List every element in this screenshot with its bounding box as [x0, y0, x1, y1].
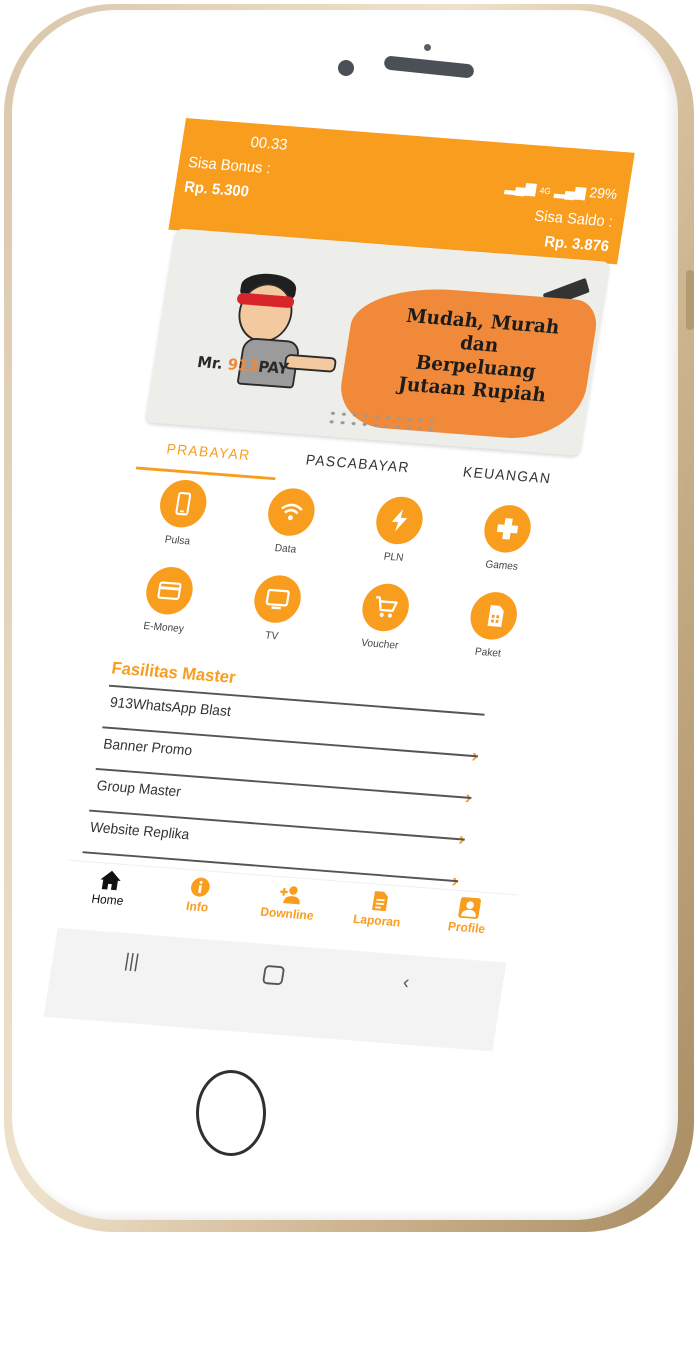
bonus-value: Rp. 5.300: [183, 179, 250, 201]
tv-icon: [251, 574, 304, 625]
list-item-label: Banner Promo: [102, 736, 193, 759]
signal-icon: ▂▄▆: [504, 178, 537, 196]
bolt-icon: [373, 495, 426, 546]
service-emoney[interactable]: E-Money: [105, 563, 227, 658]
service-label: TV: [217, 626, 327, 646]
network-type: 4G: [539, 186, 552, 196]
card-icon: [143, 565, 196, 616]
service-label: PLN: [339, 547, 449, 567]
service-pulsa[interactable]: Pulsa: [119, 476, 241, 571]
service-games[interactable]: Games: [443, 501, 565, 596]
facilities-list: 913WhatsApp Blast › Banner Promo › Group…: [69, 684, 545, 889]
tab-keuangan[interactable]: KEUANGAN: [429, 451, 584, 500]
nav-label: Profile: [421, 917, 513, 938]
nav-laporan[interactable]: Laporan: [331, 887, 427, 931]
service-label: E-Money: [109, 618, 219, 638]
add-user-icon: [277, 883, 302, 906]
service-pln[interactable]: PLN: [335, 493, 457, 588]
service-grid: Pulsa Data PLN Games: [102, 476, 579, 686]
service-label: Data: [231, 539, 341, 559]
signal-icon-2: ▂▄▆: [554, 182, 587, 200]
status-signal-battery: ▂▄▆ 4G ▂▄▆ 29%: [504, 177, 618, 203]
report-icon: [367, 890, 392, 913]
list-item-label: 913WhatsApp Blast: [109, 694, 232, 719]
bonus-label: Sisa Bonus :: [187, 155, 272, 178]
battery-level: 29%: [588, 185, 618, 203]
logo-suffix: PAY: [257, 357, 290, 377]
profile-icon: [457, 897, 482, 920]
promo-banner[interactable]: Mr. 913PAY Mudah, Murah dan Berpeluang J…: [145, 228, 610, 456]
facilities-title: Fasilitas Master: [110, 658, 237, 687]
cart-icon: [359, 582, 412, 633]
banner-slogan: Mudah, Murah dan Berpeluang Jutaan Rupia…: [356, 301, 599, 410]
logo-number: 913: [226, 355, 259, 375]
sim-icon: [467, 590, 520, 641]
service-label: Games: [447, 556, 557, 576]
nav-label: Home: [62, 889, 154, 910]
nav-info[interactable]: Info: [151, 873, 247, 917]
gamepad-icon: [481, 503, 534, 554]
home-nav-icon[interactable]: [262, 965, 285, 985]
service-voucher[interactable]: Voucher: [322, 580, 444, 675]
list-item-label: Website Replika: [89, 819, 191, 843]
list-item-label: Group Master: [96, 778, 183, 801]
service-label: Voucher: [325, 635, 435, 655]
nav-label: Downline: [241, 903, 333, 924]
saldo-label: Sisa Saldo :: [533, 208, 614, 231]
service-label: Pulsa: [122, 531, 232, 551]
nav-downline[interactable]: Downline: [241, 880, 337, 924]
nav-label: Info: [151, 896, 243, 917]
service-paket[interactable]: Paket: [430, 588, 552, 683]
service-tv[interactable]: TV: [213, 571, 335, 666]
service-data[interactable]: Data: [227, 484, 349, 579]
service-label: Paket: [433, 643, 543, 663]
phone-icon: [157, 478, 210, 529]
info-icon: [188, 876, 213, 899]
home-icon: [98, 869, 123, 892]
tab-pascabayar[interactable]: PASCABAYAR: [280, 440, 435, 489]
saldo-value: Rp. 3.876: [543, 234, 610, 256]
status-time: 00.33: [249, 135, 288, 155]
recents-icon[interactable]: |||: [123, 950, 141, 973]
back-icon[interactable]: ‹: [401, 972, 411, 994]
nav-profile[interactable]: Profile: [421, 894, 517, 938]
nav-home[interactable]: Home: [62, 866, 158, 910]
logo-prefix: Mr.: [196, 353, 224, 373]
wifi-icon: [265, 487, 318, 538]
nav-label: Laporan: [331, 910, 423, 931]
proximity-sensor: [424, 44, 431, 51]
front-camera: [338, 60, 354, 76]
